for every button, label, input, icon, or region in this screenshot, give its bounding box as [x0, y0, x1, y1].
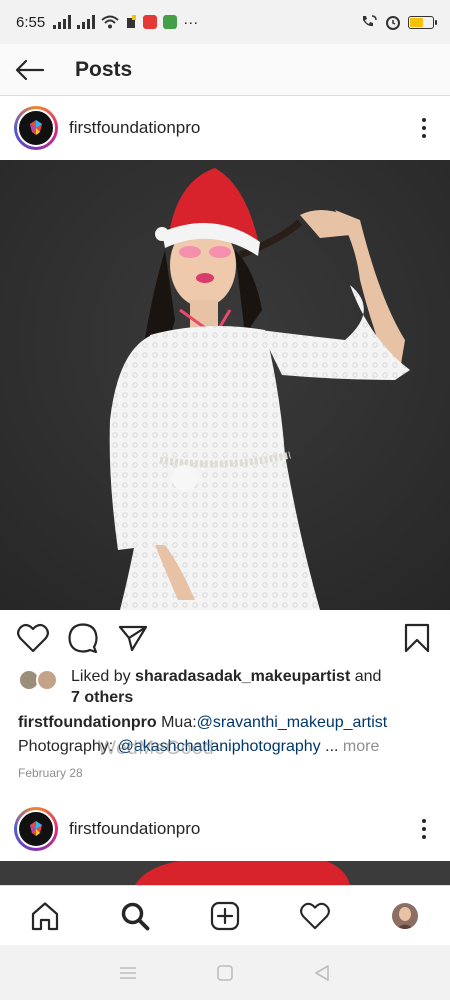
- wifi-icon: [101, 15, 119, 29]
- likes-others[interactable]: 7 others: [71, 689, 133, 706]
- post-avatar[interactable]: [14, 106, 58, 150]
- home-system-button[interactable]: [205, 953, 245, 993]
- dot-icon: [422, 118, 426, 122]
- caption-ellipsis: ...: [320, 738, 339, 755]
- caption-mua-label: Mua:: [156, 714, 197, 731]
- post-options-button-2[interactable]: [412, 813, 436, 845]
- post-date: February 28: [18, 766, 83, 780]
- nav-add[interactable]: [195, 891, 255, 941]
- save-button[interactable]: [400, 621, 434, 655]
- back-button[interactable]: [0, 44, 60, 96]
- status-left-icons: ···: [53, 14, 198, 31]
- share-button[interactable]: [116, 621, 150, 655]
- caption-username[interactable]: firstfoundationpro: [18, 714, 157, 731]
- dot-icon: [422, 134, 426, 138]
- heart-icon: [17, 623, 49, 653]
- post-header-2: firstfoundationpro: [0, 797, 450, 861]
- post-caption: firstfoundationpro Mua:@sravanthi_makeup…: [18, 711, 438, 759]
- signal-icon-2: [77, 15, 96, 29]
- add-post-icon: [210, 901, 240, 930]
- status-right-icons: [360, 14, 437, 30]
- recents-button[interactable]: [108, 953, 148, 993]
- signal-icon: [53, 15, 72, 29]
- nav-profile[interactable]: [375, 891, 435, 941]
- post-header: firstfoundationpro: [0, 96, 450, 160]
- post-action-bar: [0, 612, 450, 664]
- menu-lines-icon: [120, 966, 137, 979]
- app-badge-icon: [143, 15, 158, 29]
- post-options-button[interactable]: [412, 112, 436, 144]
- search-icon: [121, 902, 150, 930]
- battery-saver-icon: [163, 15, 178, 29]
- system-nav-bar: [0, 945, 450, 1000]
- notification-icon: [127, 15, 137, 28]
- alarm-icon: [386, 16, 400, 30]
- nav-home[interactable]: [15, 891, 75, 941]
- liker-avatars: [18, 669, 62, 693]
- dot-icon: [422, 819, 426, 823]
- status-time: 6:55: [16, 13, 46, 31]
- page-title: Posts: [75, 57, 133, 81]
- square-icon: [217, 964, 233, 981]
- like-button[interactable]: [16, 621, 50, 655]
- app-header: Posts: [0, 44, 450, 96]
- bottom-nav: [0, 885, 450, 945]
- call-icon: [363, 15, 377, 27]
- home-icon: [31, 901, 59, 930]
- post-photo[interactable]: [0, 160, 450, 610]
- dot-icon: [422, 126, 426, 130]
- mua-mention[interactable]: @sravanthi_makeup_artist: [197, 714, 388, 731]
- profile-avatar: [392, 902, 418, 929]
- liker-username[interactable]: sharadasadak_makeupartist: [135, 668, 350, 685]
- bookmark-icon: [404, 623, 430, 653]
- caption-line-1: firstfoundationpro Mua:@sravanthi_makeup…: [18, 711, 438, 735]
- brand-logo-icon: [17, 109, 55, 147]
- caption-more-link[interactable]: more: [338, 738, 379, 755]
- likes-and: and: [350, 668, 382, 685]
- caption-line-2: Photography: @akashchatlaniphotography .…: [18, 735, 438, 759]
- brand-logo-icon: [17, 810, 55, 848]
- likes-text[interactable]: Liked by sharadasadak_makeupartist and 7…: [71, 666, 381, 708]
- send-icon: [118, 625, 148, 652]
- system-back-button[interactable]: [302, 953, 342, 993]
- post-username[interactable]: firstfoundationpro: [69, 118, 200, 138]
- comment-button[interactable]: [66, 621, 100, 655]
- post-photo-2[interactable]: [0, 861, 450, 885]
- triangle-back-icon: [314, 964, 329, 981]
- battery-fill: [410, 17, 424, 27]
- post-username-2[interactable]: firstfoundationpro: [69, 819, 200, 839]
- heart-icon: [300, 902, 330, 929]
- nav-activity[interactable]: [285, 891, 345, 941]
- nav-search[interactable]: [105, 891, 165, 941]
- post-avatar-2[interactable]: [14, 807, 58, 851]
- liker-avatar: [36, 669, 58, 691]
- comment-icon: [68, 623, 98, 653]
- likes-prefix: Liked by: [71, 668, 136, 685]
- more-notifications: ···: [183, 13, 199, 31]
- back-arrow-icon: [15, 59, 45, 80]
- dot-icon: [422, 835, 426, 839]
- likes-row[interactable]: Liked by sharadasadak_makeupartist and 7…: [18, 666, 438, 708]
- battery-icon: [408, 15, 437, 29]
- dot-icon: [422, 827, 426, 831]
- status-bar: 6:55 ···: [0, 0, 450, 44]
- watermark: WedMeGood: [98, 738, 215, 759]
